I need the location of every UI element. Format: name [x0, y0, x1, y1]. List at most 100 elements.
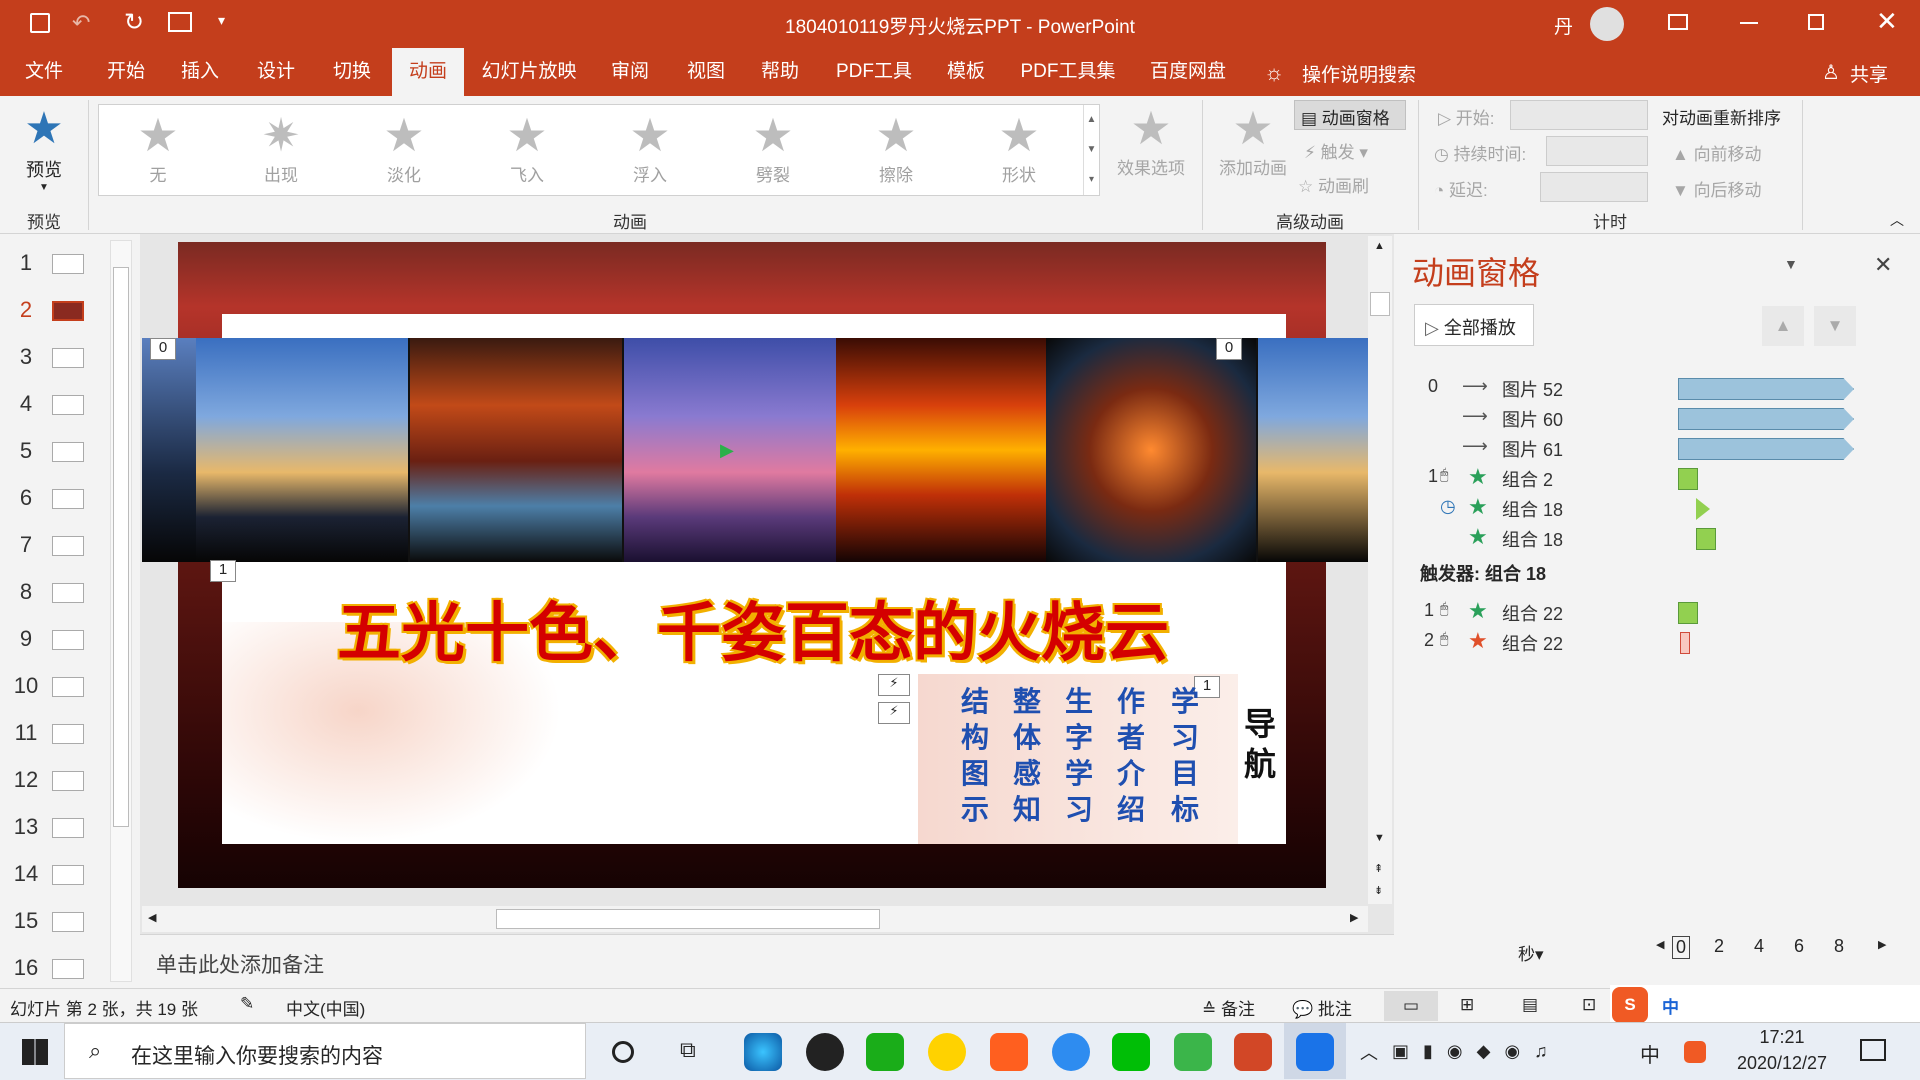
- close-icon[interactable]: ✕: [1876, 6, 1898, 37]
- timeline-bar[interactable]: [1678, 468, 1698, 490]
- play-all-button[interactable]: ▷ 全部播放: [1414, 304, 1534, 346]
- thumbnail-number[interactable]: 14: [8, 861, 44, 887]
- share-button[interactable]: 共享: [1850, 60, 1888, 87]
- task-view-icon[interactable]: ⧉: [680, 1037, 696, 1063]
- anim-shape[interactable]: ★ 形状: [964, 109, 1074, 193]
- trigger-button[interactable]: ⚡ 触发 ▾: [1304, 138, 1368, 163]
- photo-sunset-1[interactable]: [142, 338, 196, 562]
- language-indicator[interactable]: 中文(中国): [286, 995, 365, 1020]
- thumbnail-number[interactable]: 16: [8, 955, 44, 981]
- slideshow-view-icon[interactable]: ⊡: [1582, 995, 1596, 1015]
- slide-thumbnail[interactable]: [52, 724, 84, 744]
- tab-slideshow[interactable]: 幻灯片放映: [476, 48, 582, 96]
- tab-home[interactable]: 开始: [96, 48, 156, 96]
- animation-pane-button[interactable]: ▤ 动画窗格: [1294, 100, 1406, 130]
- minimize-icon[interactable]: [1740, 22, 1758, 24]
- thumbnail-number[interactable]: 10: [8, 673, 44, 699]
- scroll-right-icon[interactable]: ▶: [1350, 911, 1358, 924]
- wechat-icon[interactable]: [866, 1033, 904, 1071]
- add-animation-button[interactable]: ★ 添加动画: [1212, 102, 1294, 179]
- scale-left-icon[interactable]: ◀: [1656, 938, 1664, 951]
- thumbnail-number[interactable]: 2: [8, 297, 44, 323]
- photo-sunset-7[interactable]: [1258, 338, 1370, 562]
- tray-chevron-icon[interactable]: ︿: [1360, 1039, 1378, 1065]
- thumbnail-number[interactable]: 12: [8, 767, 44, 793]
- ime-indicator[interactable]: 中: [1640, 1039, 1660, 1068]
- duration-input[interactable]: [1546, 136, 1648, 166]
- editor-hscroll[interactable]: ◀ ▶: [142, 906, 1368, 932]
- slide-thumbnail[interactable]: [52, 959, 84, 979]
- browser-icon[interactable]: [1052, 1033, 1090, 1071]
- move-later-button[interactable]: ▼ 向后移动: [1672, 176, 1762, 201]
- thumbnail-number[interactable]: 9: [8, 626, 44, 652]
- edge-icon[interactable]: [744, 1033, 782, 1071]
- scroll-up-icon[interactable]: ▲: [1374, 240, 1385, 252]
- timeline-bar[interactable]: [1696, 498, 1710, 520]
- nav-item-author[interactable]: 作者介绍: [1116, 684, 1146, 828]
- clock-time[interactable]: 17:21: [1730, 1027, 1834, 1048]
- nav-item-vocab[interactable]: 生字学习: [1064, 684, 1094, 828]
- photo-sunset-6[interactable]: [1046, 338, 1256, 562]
- scroll-thumb[interactable]: [113, 267, 129, 827]
- anim-float-in[interactable]: ★ 浮入: [595, 109, 705, 193]
- iqiyi-icon[interactable]: [1112, 1033, 1150, 1071]
- animation-item[interactable]: ⟶ 图片 60: [1410, 406, 1910, 434]
- collapse-ribbon-icon[interactable]: ︿: [1890, 210, 1904, 230]
- scroll-thumb[interactable]: [1370, 292, 1390, 316]
- ime-mode[interactable]: 中: [1662, 993, 1679, 1018]
- restore-icon[interactable]: [1808, 14, 1824, 30]
- qq-icon[interactable]: [806, 1033, 844, 1071]
- thumbnail-number[interactable]: 4: [8, 391, 44, 417]
- thumbnail-scrollbar[interactable]: [110, 240, 132, 982]
- gallery-scroll[interactable]: ▲ ▼ ▾: [1083, 105, 1099, 195]
- trigger-animation-item[interactable]: 1 🖱 ★ 组合 22: [1410, 598, 1910, 628]
- thumbnail-number[interactable]: 3: [8, 344, 44, 370]
- nav-item-overview[interactable]: 整体感知: [1012, 684, 1042, 828]
- anim-split[interactable]: ★ 劈裂: [718, 109, 828, 193]
- tray-icons[interactable]: ▣▮◉◆◉♫: [1392, 1041, 1562, 1062]
- timeline-bar[interactable]: [1680, 632, 1690, 654]
- photo-sunset-2[interactable]: [196, 338, 408, 562]
- slide-thumbnail[interactable]: [52, 395, 84, 415]
- undo-icon[interactable]: ↶: [72, 10, 90, 36]
- slide-thumbnail[interactable]: [52, 865, 84, 885]
- thumbnail-number[interactable]: 8: [8, 579, 44, 605]
- tab-animations[interactable]: 动画: [392, 48, 464, 96]
- cortana-icon[interactable]: [612, 1041, 634, 1063]
- timeline-bar[interactable]: [1696, 528, 1716, 550]
- tab-pdf-toolset[interactable]: PDF工具集: [1010, 48, 1126, 96]
- photo-sunset-3[interactable]: [410, 338, 622, 562]
- move-up-icon[interactable]: ▲: [1762, 306, 1804, 346]
- slide-thumbnail[interactable]: [52, 301, 84, 321]
- tab-view[interactable]: 视图: [676, 48, 736, 96]
- qq-music-icon[interactable]: [928, 1033, 966, 1071]
- thumbnail-number[interactable]: 5: [8, 438, 44, 464]
- slide-thumbnail[interactable]: [52, 583, 84, 603]
- ribbon-display-icon[interactable]: [1668, 14, 1688, 30]
- tab-help[interactable]: 帮助: [750, 48, 810, 96]
- sogou-tray-icon[interactable]: [1684, 1041, 1706, 1063]
- taskbar-search[interactable]: ⌕ 在这里输入你要搜索的内容: [64, 1023, 586, 1079]
- tab-insert[interactable]: 插入: [170, 48, 230, 96]
- phone-app-icon[interactable]: [1296, 1033, 1334, 1071]
- scroll-left-icon[interactable]: ◀: [148, 911, 156, 924]
- start-dropdown[interactable]: [1510, 100, 1648, 130]
- slide-thumbnail[interactable]: [52, 442, 84, 462]
- scroll-down-icon[interactable]: ▼: [1374, 832, 1385, 844]
- tab-templates[interactable]: 模板: [936, 48, 996, 96]
- notes-area[interactable]: 单击此处添加备注: [140, 934, 1394, 988]
- present-icon[interactable]: [168, 12, 192, 32]
- anim-wipe[interactable]: ★ 擦除: [841, 109, 951, 193]
- nav-item-structure[interactable]: 结构图示: [960, 684, 990, 828]
- reading-view-icon[interactable]: ▤: [1522, 995, 1538, 1015]
- anim-none[interactable]: ★ 无: [103, 109, 213, 193]
- notification-icon[interactable]: [1860, 1039, 1886, 1061]
- timeline-bar[interactable]: [1678, 408, 1854, 430]
- animation-painter-button[interactable]: ☆ 动画刷: [1298, 172, 1369, 197]
- scroll-thumb[interactable]: [496, 909, 880, 929]
- video-app-icon[interactable]: [990, 1033, 1028, 1071]
- pane-options-icon[interactable]: ▼: [1784, 256, 1798, 272]
- timeline-bar[interactable]: [1678, 602, 1698, 624]
- move-down-icon[interactable]: ▼: [1814, 306, 1856, 346]
- trigger-animation-item[interactable]: 2 🖱 ★ 组合 22: [1410, 628, 1910, 658]
